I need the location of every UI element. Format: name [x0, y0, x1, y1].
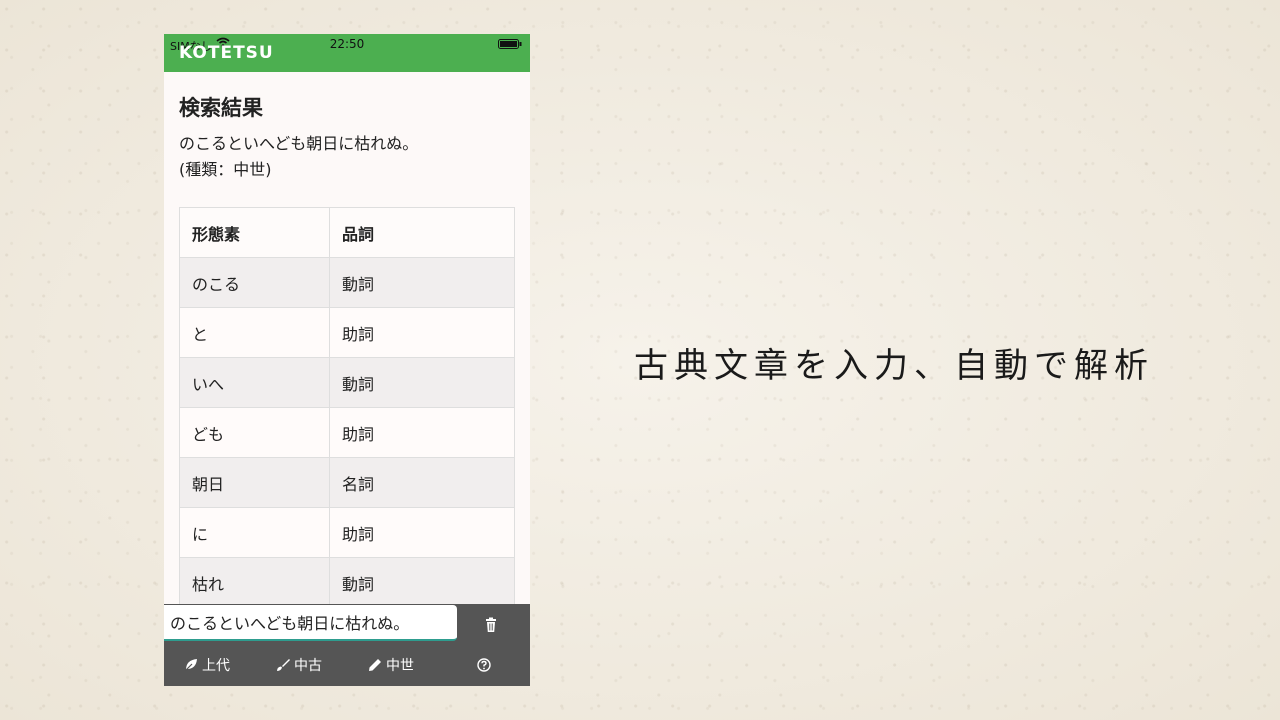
trash-icon[interactable]: [482, 616, 500, 634]
brush-icon: [277, 659, 290, 671]
table-row: 枯れ 動詞: [179, 557, 515, 608]
pos-cell: 動詞: [329, 557, 515, 608]
battery-icon: [498, 39, 522, 49]
pos-cell: 動詞: [329, 257, 515, 308]
table-row: いへ 動詞: [179, 357, 515, 408]
leaf-icon: [184, 659, 197, 672]
morpheme-cell: いへ: [179, 357, 330, 408]
table-row: に 助詞: [179, 507, 515, 558]
jodai-label: 上代: [202, 658, 230, 674]
sentence-input[interactable]: [164, 605, 457, 641]
table-row: と 助詞: [179, 307, 515, 358]
pencil-icon: [369, 659, 381, 671]
morpheme-cell: のこる: [179, 257, 330, 308]
chuko-label: 中古: [294, 658, 322, 674]
bottom-toolbar: 上代 中古 中世: [164, 604, 530, 686]
help-circle-icon[interactable]: [477, 658, 491, 672]
morpheme-cell: と: [179, 307, 330, 358]
morpheme-cell: 枯れ: [179, 557, 330, 608]
pos-cell: 名詞: [329, 457, 515, 508]
morpheme-cell: ども: [179, 407, 330, 458]
chusei-button[interactable]: 中世: [368, 654, 414, 676]
phone-screen: SIMなし 22:50 KOTETSU 検索結果 のこるといへども朝日に枯れぬ。…: [164, 34, 530, 686]
promo-caption: 古典文章を入力、自動で解析: [634, 346, 1154, 386]
era-type: (種類：中世): [179, 160, 272, 179]
app-logo[interactable]: KOTETSU: [179, 43, 274, 63]
morpheme-table: 形態素 品詞 のこる 動詞 と 助詞 いへ 動詞 ども 助詞 朝日 名詞 に 助…: [179, 207, 515, 608]
column-header-pos: 品詞: [329, 207, 515, 258]
chusei-label: 中世: [386, 658, 414, 674]
chuko-button[interactable]: 中古: [276, 654, 322, 676]
jodai-button[interactable]: 上代: [184, 654, 230, 676]
pos-cell: 助詞: [329, 507, 515, 558]
pos-cell: 助詞: [329, 307, 515, 358]
searched-sentence: のこるといへども朝日に枯れぬ。: [179, 134, 419, 153]
morpheme-cell: 朝日: [179, 457, 330, 508]
page-title: 検索結果: [179, 96, 263, 120]
status-bar: SIMなし 22:50 KOTETSU: [164, 34, 530, 72]
pos-cell: 助詞: [329, 407, 515, 458]
column-header-morpheme: 形態素: [179, 207, 330, 258]
table-row: 朝日 名詞: [179, 457, 515, 508]
table-row: ども 助詞: [179, 407, 515, 458]
table-row: のこる 動詞: [179, 257, 515, 308]
morpheme-cell: に: [179, 507, 330, 558]
table-header-row: 形態素 品詞: [179, 207, 515, 258]
pos-cell: 動詞: [329, 357, 515, 408]
